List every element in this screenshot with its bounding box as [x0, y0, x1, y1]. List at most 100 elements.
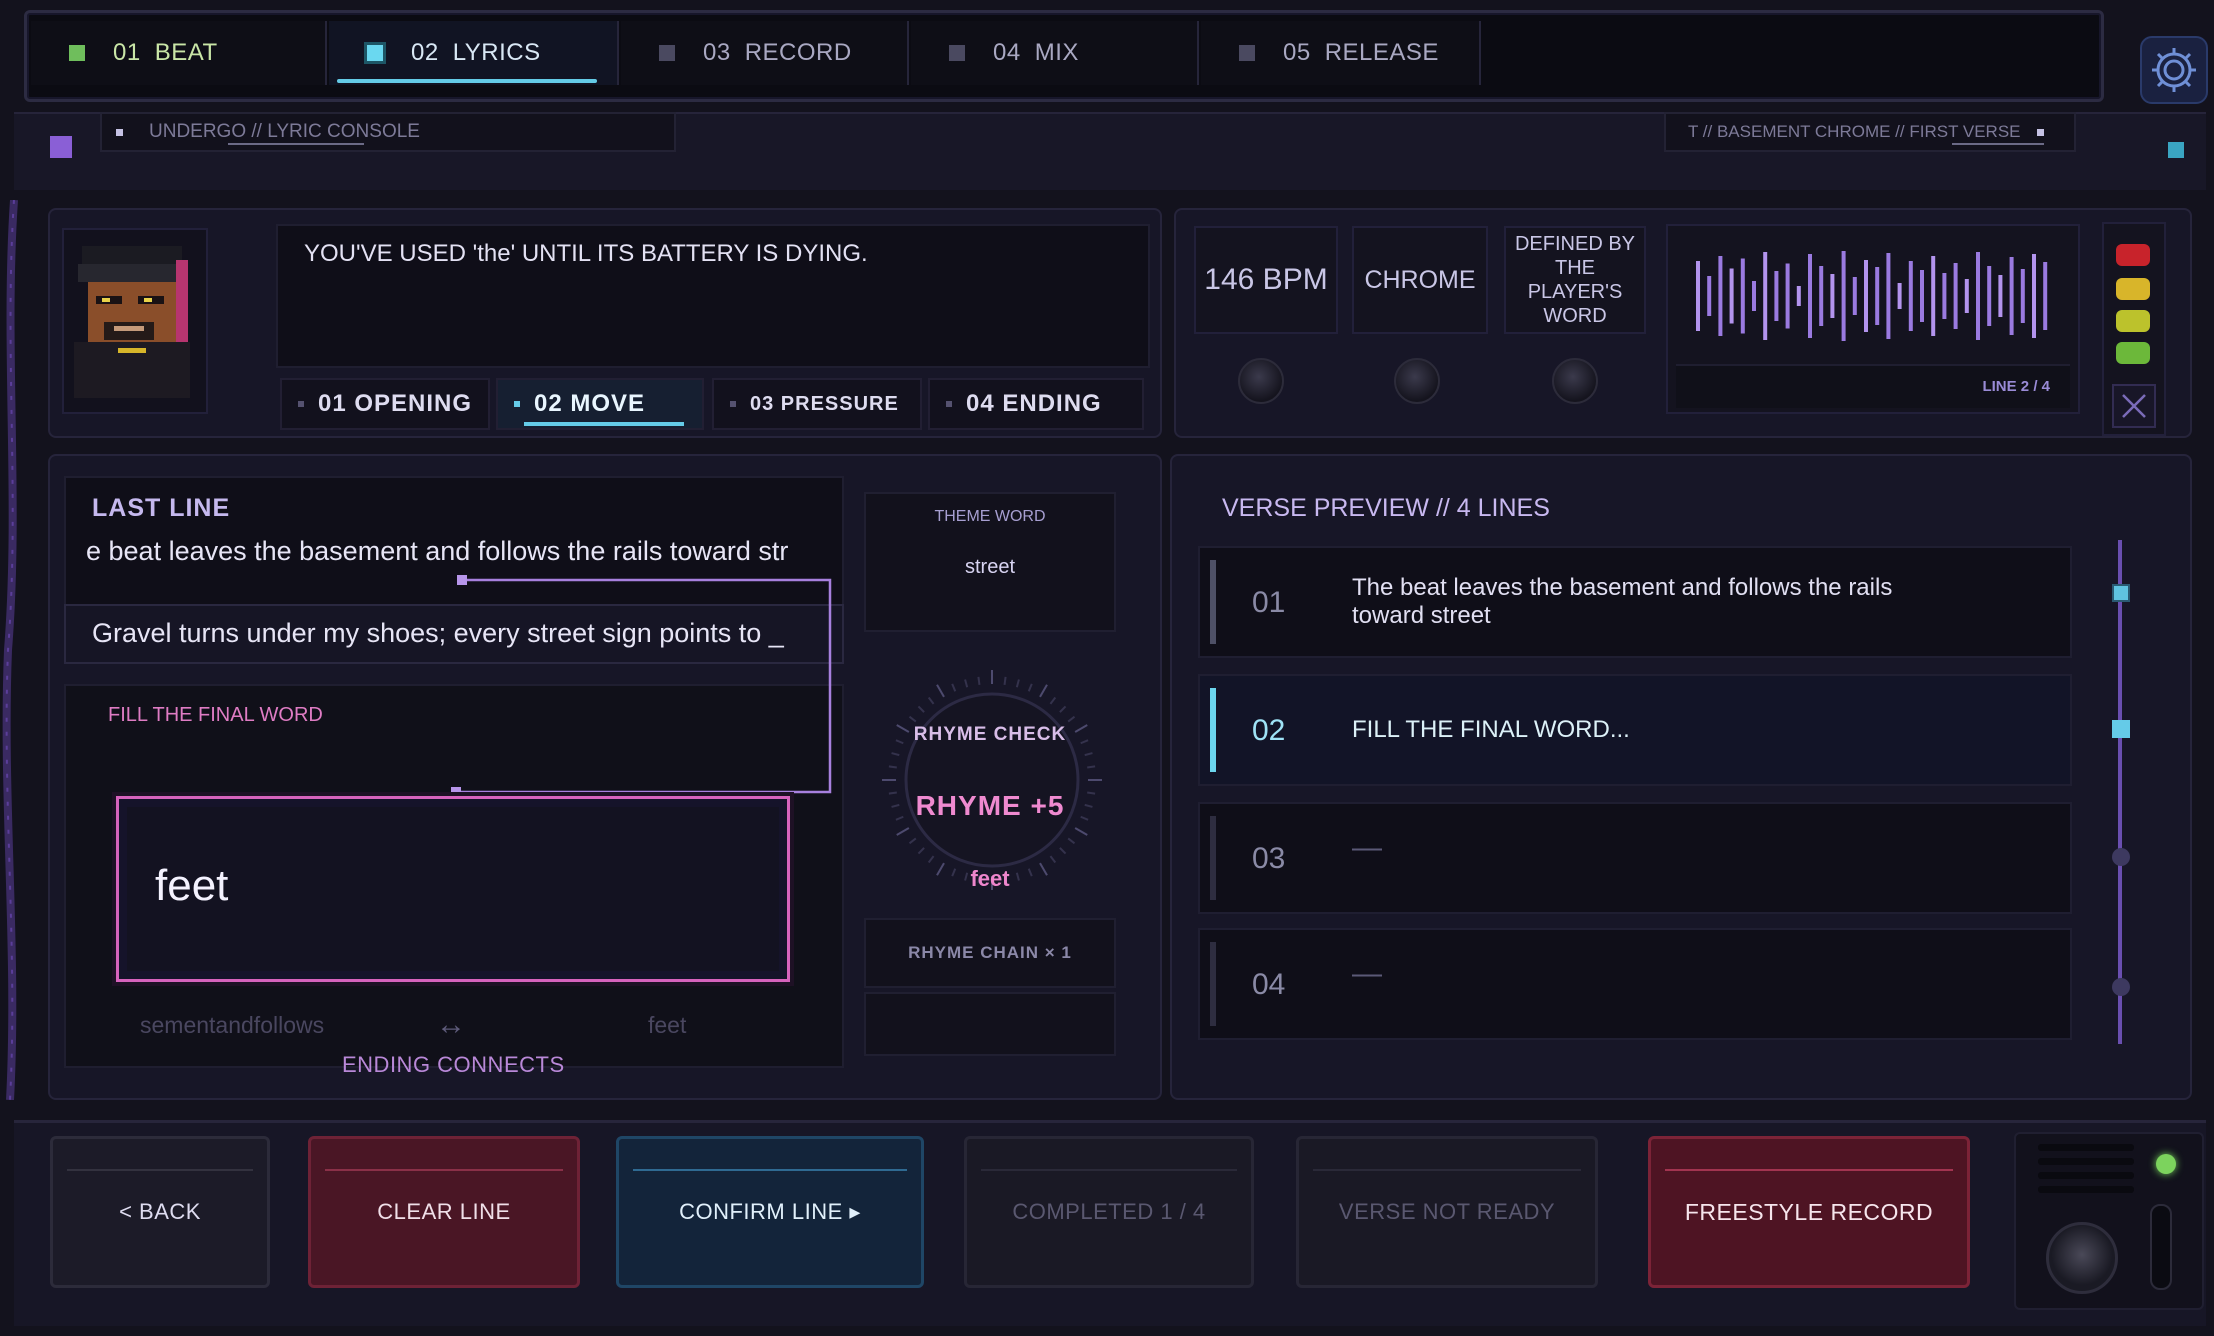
- button-highlight: [325, 1169, 563, 1171]
- dial-tick: [1067, 715, 1076, 723]
- waveform-bar: [1718, 256, 1723, 336]
- vent-slot: [2038, 1172, 2134, 1179]
- waveform-bar: [1920, 270, 1924, 322]
- master-knob[interactable]: [2046, 1222, 2118, 1294]
- stage-dot: [730, 401, 736, 407]
- waveform-bar: [1740, 258, 1745, 334]
- bpm-knob[interactable]: [1238, 358, 1284, 404]
- scroll-marker: [2112, 978, 2130, 996]
- button-highlight: [633, 1169, 907, 1171]
- active-stage-underline: [524, 422, 684, 426]
- stage-tab-pressure[interactable]: 03 PRESSURE: [712, 378, 922, 430]
- button-highlight: [67, 1169, 253, 1171]
- waveform-bar: [1908, 261, 1913, 331]
- tab-number: 01: [113, 39, 141, 66]
- dial-tick: [1084, 752, 1093, 757]
- connector-line: [451, 575, 832, 802]
- confirm-line-button[interactable]: CONFIRM LINE ▸: [616, 1136, 924, 1288]
- message-display: YOU'VE USED 'the' UNTIL ITS BATTERY IS D…: [276, 224, 1150, 368]
- waveform-bar: [1830, 274, 1835, 318]
- waveform-bar: [1931, 256, 1936, 336]
- dial-tick: [1067, 837, 1076, 845]
- vent-slot: [2038, 1158, 2134, 1165]
- clear-line-button[interactable]: CLEAR LINE: [308, 1136, 580, 1288]
- tab-release[interactable]: 05 RELEASE: [1201, 21, 1481, 85]
- dial-face: [904, 692, 1080, 868]
- waveform-bar: [1976, 252, 1980, 340]
- stage-tab-ending[interactable]: 04 ENDING: [928, 378, 1144, 430]
- row-indicator: [1210, 560, 1216, 644]
- verse-preview-title: VERSE PREVIEW // 4 LINES: [1222, 494, 1550, 522]
- settings-gear-icon[interactable]: [2140, 36, 2208, 104]
- dial-tick: [1039, 684, 1048, 698]
- tab-number: 02: [411, 39, 439, 66]
- side-cable-decoration: [2, 200, 18, 1100]
- active-tab-underline: [337, 79, 597, 83]
- hardware-controls: [2014, 1132, 2204, 1310]
- close-icon[interactable]: [2112, 384, 2156, 428]
- waveform-bar: [2020, 269, 2025, 323]
- tab-indicator: [1239, 45, 1255, 61]
- button-highlight: [981, 1169, 1237, 1171]
- verse-scrollbar[interactable]: [2118, 540, 2122, 1044]
- waveform-bar: [2032, 254, 2036, 338]
- verse-line-number: 03: [1252, 842, 1286, 875]
- stage-dot: [514, 401, 520, 407]
- tab-label: LYRICS: [452, 39, 541, 66]
- freestyle-record-button[interactable]: FREESTYLE RECORD: [1648, 1136, 1970, 1288]
- tab-number: 03: [703, 39, 731, 66]
- tab-label: RELEASE: [1324, 39, 1439, 66]
- waveform-bar: [1729, 268, 1734, 324]
- row-indicator: [1210, 816, 1216, 900]
- dial-tick: [888, 765, 897, 769]
- dial-tick: [908, 715, 917, 723]
- vent-slot: [2038, 1186, 2134, 1193]
- vent-slot: [2038, 1144, 2134, 1151]
- tab-beat[interactable]: 01 BEAT: [31, 21, 327, 85]
- track-breadcrumb: T // BASEMENT CHROME // FIRST VERSE: [1664, 112, 2076, 152]
- rhyme-check-label: RHYME CHECK: [913, 724, 1067, 745]
- waveform-bar: [1796, 286, 1801, 306]
- waveform-bar: [1886, 253, 1891, 339]
- verse-row[interactable]: 03 —: [1198, 802, 2072, 914]
- ending-connects-label: ENDING CONNECTS: [342, 1052, 565, 1077]
- verse-not-ready-button: VERSE NOT READY: [1296, 1136, 1598, 1288]
- waveform-bar: [1864, 260, 1868, 332]
- back-button[interactable]: < BACK: [50, 1136, 270, 1288]
- answer-text: feet: [155, 861, 229, 910]
- connects-arrow-icon: ↔: [436, 1008, 466, 1041]
- waveform-bar: [1964, 279, 1969, 313]
- dial-tick: [1049, 855, 1057, 864]
- dial-tick: [1003, 676, 1007, 685]
- status-led-icon: [2156, 1154, 2176, 1174]
- stage-tab-move[interactable]: 02 MOVE: [496, 378, 704, 430]
- stage-tab-opening[interactable]: 01 OPENING: [280, 378, 490, 430]
- dial-tick: [951, 683, 957, 692]
- dial-tick: [891, 752, 900, 757]
- verse-row[interactable]: 02 FILL THE FINAL WORD...: [1198, 674, 2072, 786]
- dial-tick: [1074, 827, 1088, 836]
- waveform-bar: [1819, 266, 1824, 326]
- verse-row[interactable]: 01 The beat leaves the basement and foll…: [1198, 546, 2072, 658]
- tab-lyrics[interactable]: 02 LYRICS: [329, 21, 619, 85]
- master-slider[interactable]: [2150, 1204, 2172, 1290]
- waveform-bar: [1774, 271, 1779, 321]
- button-label: CONFIRM LINE ▸: [679, 1199, 861, 1224]
- verse-row[interactable]: 04 —: [1198, 928, 2072, 1040]
- dial-tick: [896, 827, 910, 836]
- dial-tick: [927, 696, 935, 705]
- style-knob[interactable]: [1394, 358, 1440, 404]
- definition-knob[interactable]: [1552, 358, 1598, 404]
- waveform-display: LINE 2 / 4: [1666, 224, 2080, 414]
- tab-number: 04: [993, 39, 1021, 66]
- ending-left-word: sementandfollows: [140, 1012, 325, 1038]
- answer-input[interactable]: feet: [116, 796, 790, 982]
- tab-mix[interactable]: 04 MIX: [911, 21, 1199, 85]
- rhyme-score: RHYME +5: [915, 790, 1065, 821]
- track-breadcrumb-underline: [1952, 143, 2044, 145]
- dial-tick: [977, 676, 981, 685]
- verse-line-number: 01: [1252, 586, 1286, 619]
- tab-record[interactable]: 03 RECORD: [621, 21, 909, 85]
- dial-tick: [908, 837, 917, 845]
- waveform-bar: [1696, 261, 1700, 331]
